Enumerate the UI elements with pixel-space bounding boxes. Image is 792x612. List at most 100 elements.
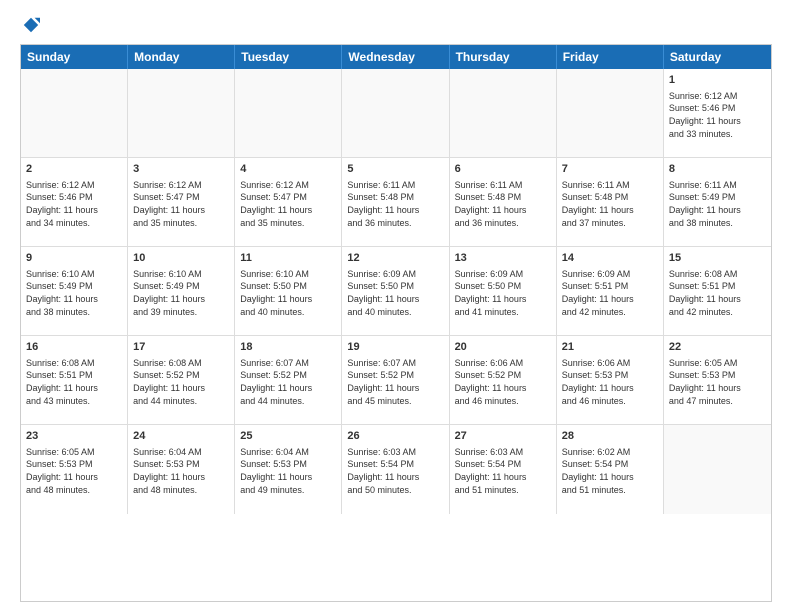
calendar-cell-13: 13Sunrise: 6:09 AM Sunset: 5:50 PM Dayli…	[450, 247, 557, 335]
day-info: Sunrise: 6:11 AM Sunset: 5:48 PM Dayligh…	[562, 179, 658, 229]
calendar-grid: SundayMondayTuesdayWednesdayThursdayFrid…	[20, 44, 772, 602]
day-info: Sunrise: 6:10 AM Sunset: 5:49 PM Dayligh…	[26, 268, 122, 318]
calendar-cell-20: 20 Sunrise: 6:06 AM Sunset: 5:52 PM Dayli…	[450, 336, 557, 424]
day-number: 16	[26, 340, 122, 355]
day-info: Sunrise: 6:11 AM Sunset: 5:49 PM Dayligh…	[669, 179, 766, 229]
calendar-cell-3: 3 Sunrise: 6:12 AM Sunset: 5:47 PM Daylig…	[128, 158, 235, 246]
day-info: Sunrise: 6:05 AM Sunset: 5:53 PM Dayligh…	[26, 446, 122, 496]
calendar-cell-2: 2 Sunrise: 6:12 AM Sunset: 5:46 PM Daylig…	[21, 158, 128, 246]
day-info: Sunrise: 6:09 AM Sunset: 5:51 PM Dayligh…	[562, 268, 658, 318]
day-number: 10	[133, 251, 229, 266]
calendar-header: SundayMondayTuesdayWednesdayThursdayFrid…	[21, 45, 771, 69]
day-info: Sunrise: 6:06 AM Sunset: 5:52 PM Dayligh…	[455, 357, 551, 407]
day-number: 23	[26, 429, 122, 444]
day-number: 27	[455, 429, 551, 444]
day-number: 9	[26, 251, 122, 266]
day-info: Sunrise: 6:08 AM Sunset: 5:51 PM Dayligh…	[26, 357, 122, 407]
day-info: Sunrise: 6:06 AM Sunset: 5:53 PM Dayligh…	[562, 357, 658, 407]
calendar-body: 1 Sunrise: 6:12 AM Sunset: 5:46 PM Daylig…	[21, 69, 771, 514]
calendar-cell-7: 7 Sunrise: 6:11 AM Sunset: 5:48 PM Daylig…	[557, 158, 664, 246]
calendar-cell-empty-0-4	[450, 69, 557, 157]
weekday-header-monday: Monday	[128, 45, 235, 69]
calendar-cell-22: 22 Sunrise: 6:05 AM Sunset: 5:53 PM Dayli…	[664, 336, 771, 424]
calendar-cell-17: 17Sunrise: 6:08 AM Sunset: 5:52 PM Dayli…	[128, 336, 235, 424]
calendar-cell-25: 25 Sunrise: 6:04 AM Sunset: 5:53 PM Dayli…	[235, 425, 342, 514]
day-info: Sunrise: 6:11 AM Sunset: 5:48 PM Dayligh…	[347, 179, 443, 229]
calendar-cell-21: 21 Sunrise: 6:06 AM Sunset: 5:53 PM Dayli…	[557, 336, 664, 424]
weekday-header-saturday: Saturday	[664, 45, 771, 69]
calendar-cell-1: 1 Sunrise: 6:12 AM Sunset: 5:46 PM Daylig…	[664, 69, 771, 157]
calendar-cell-6: 6 Sunrise: 6:11 AM Sunset: 5:48 PM Daylig…	[450, 158, 557, 246]
day-number: 3	[133, 162, 229, 177]
weekday-header-friday: Friday	[557, 45, 664, 69]
calendar-row-0: 1 Sunrise: 6:12 AM Sunset: 5:46 PM Daylig…	[21, 69, 771, 158]
day-number: 25	[240, 429, 336, 444]
day-info: Sunrise: 6:09 AM Sunset: 5:50 PM Dayligh…	[347, 268, 443, 318]
calendar-cell-18: 18 Sunrise: 6:07 AM Sunset: 5:52 PM Dayli…	[235, 336, 342, 424]
day-info: Sunrise: 6:03 AM Sunset: 5:54 PM Dayligh…	[347, 446, 443, 496]
day-number: 24	[133, 429, 229, 444]
day-info: Sunrise: 6:07 AM Sunset: 5:52 PM Dayligh…	[347, 357, 443, 407]
weekday-header-thursday: Thursday	[450, 45, 557, 69]
calendar-row-3: 16 Sunrise: 6:08 AM Sunset: 5:51 PM Dayli…	[21, 336, 771, 425]
calendar-cell-28: 28 Sunrise: 6:02 AM Sunset: 5:54 PM Dayli…	[557, 425, 664, 514]
day-number: 21	[562, 340, 658, 355]
day-number: 28	[562, 429, 658, 444]
calendar-cell-14: 14 Sunrise: 6:09 AM Sunset: 5:51 PM Dayli…	[557, 247, 664, 335]
calendar-cell-23: 23 Sunrise: 6:05 AM Sunset: 5:53 PM Dayli…	[21, 425, 128, 514]
calendar-cell-19: 19 Sunrise: 6:07 AM Sunset: 5:52 PM Dayli…	[342, 336, 449, 424]
day-info: Sunrise: 6:12 AM Sunset: 5:46 PM Dayligh…	[669, 90, 766, 140]
weekday-header-wednesday: Wednesday	[342, 45, 449, 69]
logo-icon	[22, 16, 40, 34]
calendar-cell-26: 26 Sunrise: 6:03 AM Sunset: 5:54 PM Dayli…	[342, 425, 449, 514]
day-number: 5	[347, 162, 443, 177]
calendar-cell-empty-0-5	[557, 69, 664, 157]
calendar-cell-empty-4-6	[664, 425, 771, 514]
day-info: Sunrise: 6:10 AM Sunset: 5:49 PM Dayligh…	[133, 268, 229, 318]
day-number: 6	[455, 162, 551, 177]
day-info: Sunrise: 6:12 AM Sunset: 5:47 PM Dayligh…	[133, 179, 229, 229]
day-number: 12	[347, 251, 443, 266]
calendar-cell-empty-0-1	[128, 69, 235, 157]
day-info: Sunrise: 6:11 AM Sunset: 5:48 PM Dayligh…	[455, 179, 551, 229]
day-info: Sunrise: 6:12 AM Sunset: 5:46 PM Dayligh…	[26, 179, 122, 229]
calendar-cell-27: 27 Sunrise: 6:03 AM Sunset: 5:54 PM Dayli…	[450, 425, 557, 514]
day-number: 2	[26, 162, 122, 177]
calendar-cell-24: 24 Sunrise: 6:04 AM Sunset: 5:53 PM Dayli…	[128, 425, 235, 514]
calendar-row-4: 23 Sunrise: 6:05 AM Sunset: 5:53 PM Dayli…	[21, 425, 771, 514]
day-number: 11	[240, 251, 336, 266]
day-info: Sunrise: 6:07 AM Sunset: 5:52 PM Dayligh…	[240, 357, 336, 407]
day-number: 19	[347, 340, 443, 355]
day-info: Sunrise: 6:10 AM Sunset: 5:50 PM Dayligh…	[240, 268, 336, 318]
day-number: 15	[669, 251, 766, 266]
calendar-cell-4: 4Sunrise: 6:12 AM Sunset: 5:47 PM Daylig…	[235, 158, 342, 246]
calendar-page: SundayMondayTuesdayWednesdayThursdayFrid…	[0, 0, 792, 612]
day-number: 4	[240, 162, 336, 177]
day-number: 8	[669, 162, 766, 177]
day-number: 22	[669, 340, 766, 355]
day-number: 18	[240, 340, 336, 355]
calendar-cell-empty-0-0	[21, 69, 128, 157]
calendar-cell-empty-0-3	[342, 69, 449, 157]
calendar-cell-5: 5 Sunrise: 6:11 AM Sunset: 5:48 PM Daylig…	[342, 158, 449, 246]
calendar-row-2: 9 Sunrise: 6:10 AM Sunset: 5:49 PM Daylig…	[21, 247, 771, 336]
calendar-cell-16: 16 Sunrise: 6:08 AM Sunset: 5:51 PM Dayli…	[21, 336, 128, 424]
day-number: 14	[562, 251, 658, 266]
calendar-cell-10: 10 Sunrise: 6:10 AM Sunset: 5:49 PM Dayli…	[128, 247, 235, 335]
calendar-cell-8: 8 Sunrise: 6:11 AM Sunset: 5:49 PM Daylig…	[664, 158, 771, 246]
day-number: 20	[455, 340, 551, 355]
header	[20, 16, 772, 34]
day-info: Sunrise: 6:04 AM Sunset: 5:53 PM Dayligh…	[133, 446, 229, 496]
day-number: 26	[347, 429, 443, 444]
calendar-cell-empty-0-2	[235, 69, 342, 157]
day-number: 7	[562, 162, 658, 177]
day-info: Sunrise: 6:08 AM Sunset: 5:51 PM Dayligh…	[669, 268, 766, 318]
weekday-header-tuesday: Tuesday	[235, 45, 342, 69]
calendar-cell-12: 12 Sunrise: 6:09 AM Sunset: 5:50 PM Dayli…	[342, 247, 449, 335]
day-info: Sunrise: 6:03 AM Sunset: 5:54 PM Dayligh…	[455, 446, 551, 496]
day-info: Sunrise: 6:02 AM Sunset: 5:54 PM Dayligh…	[562, 446, 658, 496]
day-info: Sunrise: 6:04 AM Sunset: 5:53 PM Dayligh…	[240, 446, 336, 496]
day-info: Sunrise: 6:08 AM Sunset: 5:52 PM Dayligh…	[133, 357, 229, 407]
day-number: 1	[669, 73, 766, 88]
day-info: Sunrise: 6:05 AM Sunset: 5:53 PM Dayligh…	[669, 357, 766, 407]
